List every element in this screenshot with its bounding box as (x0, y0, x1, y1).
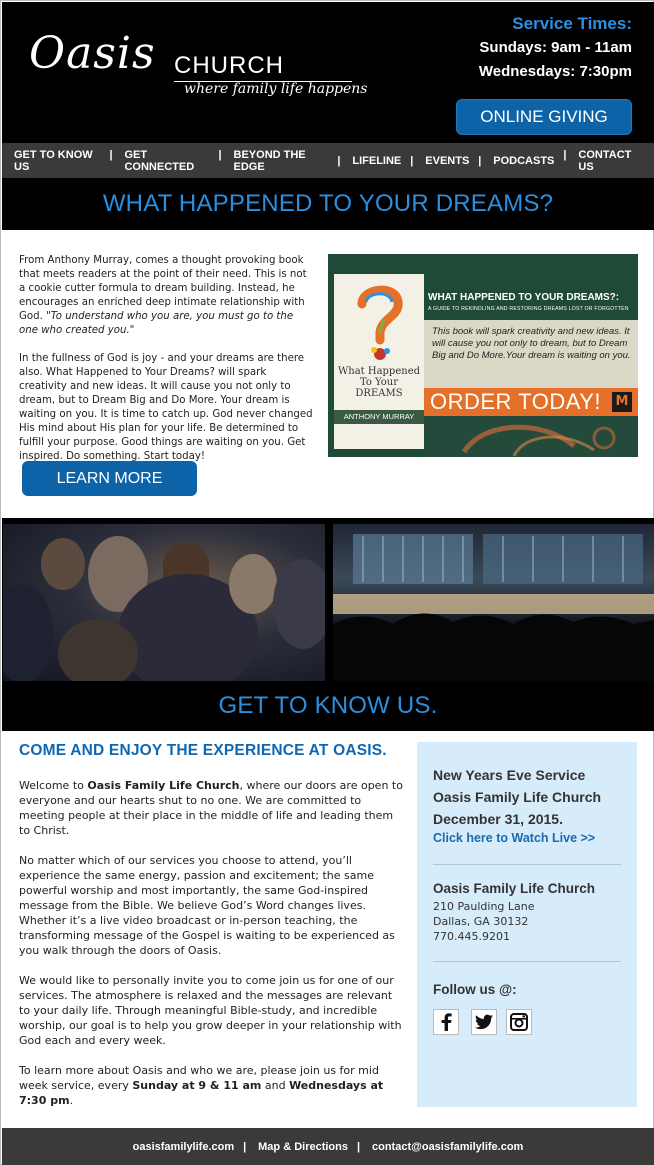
nav-item-podcasts[interactable]: PODCASTS (478, 155, 566, 167)
follow-us-label: Follow us @: (433, 982, 517, 997)
nav-item-contact-us[interactable]: CONTACT US (563, 149, 654, 173)
nav-item-lifeline[interactable]: LIFELINE (337, 155, 413, 167)
about-p1-text-a: Welcome to (19, 779, 88, 792)
logo-oasis-wordmark[interactable]: Oasis (29, 32, 156, 76)
footer-map-link[interactable]: Map & Directions (243, 1141, 360, 1153)
phone-number[interactable]: 770.445.9201 (433, 929, 535, 944)
about-p4-text-c: . (69, 1094, 74, 1107)
sidebar-divider (433, 864, 621, 865)
instagram-icon[interactable] (506, 1009, 532, 1035)
book-title-line-1: What Happened (337, 366, 421, 377)
book-cover: What Happened To Your DREAMS ANTHONY MUR… (334, 274, 424, 449)
nav-item-get-to-know-us[interactable]: GET TO KNOW US (2, 149, 112, 173)
service-time-sundays: Sundays: 9am - 11am (479, 39, 632, 56)
sidebar-panel: New Years Eve Service Oasis Family Life … (417, 742, 637, 1107)
about-paragraph-4: To learn more about Oasis and who we are… (19, 1063, 404, 1108)
about-description: Welcome to Oasis Family Life Church, whe… (19, 778, 404, 1108)
nav-item-events[interactable]: EVENTS (410, 155, 481, 167)
dreams-paragraph-2: In the fullness of God is joy - and your… (19, 353, 313, 462)
logo-church-wordmark[interactable]: CHURCH (174, 54, 284, 78)
book-title-line-3: DREAMS (355, 388, 403, 399)
event-title: New Years Eve Service (433, 767, 586, 783)
address-city: Dallas, GA 30132 (433, 915, 529, 928)
nav-item-get-connected[interactable]: GET CONNECTED (109, 149, 221, 173)
ad-swirl-art (461, 424, 616, 457)
event-church: Oasis Family Life Church (433, 789, 602, 805)
about-paragraph-1: Welcome to Oasis Family Life Church, whe… (19, 778, 404, 838)
about-p4-sunday: Sunday at 9 & 11 am (132, 1079, 262, 1092)
ad-panel-text: This book will spark creativity and new … (432, 326, 631, 361)
book-cover-title: What Happened To Your DREAMS (336, 366, 422, 399)
online-giving-button[interactable]: ONLINE GIVING (456, 99, 632, 135)
learn-more-button[interactable]: LEARN MORE (22, 461, 197, 496)
dreams-description: From Anthony Murray, comes a thought pro… (19, 254, 314, 464)
sidebar-divider (433, 961, 621, 962)
header: Oasis CHURCH where family life happens S… (2, 2, 654, 143)
book-author: ANTHONY MURRAY (334, 410, 424, 424)
twitter-icon[interactable] (471, 1009, 497, 1035)
ad-decorative-panel (424, 416, 638, 457)
book-ad-banner[interactable]: What Happened To Your DREAMS ANTHONY MUR… (328, 254, 638, 457)
footer-email-link[interactable]: contact@oasisfamilylife.com (357, 1141, 535, 1153)
congregation-worship-photo (3, 524, 325, 681)
about-heading-bar: GET TO KNOW US. (2, 681, 654, 731)
dreams-quote: "To understand who you are, you must go … (19, 311, 294, 336)
footer-bar: oasisfamilylife.com Map & Directions con… (2, 1128, 654, 1165)
about-paragraph-3: We would like to personally invite you t… (19, 974, 402, 1047)
book-title-line-2: To Your (359, 377, 399, 388)
about-p4-text-b: and (261, 1079, 290, 1092)
dreams-heading: WHAT HAPPENED TO YOUR DREAMS? (102, 190, 554, 217)
church-name: Oasis Family Life Church (433, 881, 596, 896)
worship-photos (2, 518, 654, 681)
stage-worship-photo (333, 524, 654, 681)
about-p1-church-name: Oasis Family Life Church (87, 779, 240, 792)
ad-subheadline: A GUIDE TO REKINDLING AND RESTORING DREA… (428, 306, 629, 312)
about-paragraph-2: No matter which of our services you choo… (19, 854, 395, 957)
service-time-wednesdays: Wednesdays: 7:30pm (478, 63, 632, 80)
dreams-heading-bar: WHAT HAPPENED TO YOUR DREAMS? (2, 178, 654, 230)
order-today-label: ORDER TODAY! (430, 389, 602, 414)
dreams-paragraph-1: From Anthony Murray, comes a thought pro… (19, 254, 314, 338)
main-nav: GET TO KNOW US GET CONNECTED BEYOND THE … (2, 143, 654, 178)
congregation-photo-art (3, 536, 325, 681)
about-heading: GET TO KNOW US. (218, 692, 438, 719)
watch-live-link[interactable]: Click here to Watch Live >> (433, 831, 595, 845)
facebook-icon[interactable] (433, 1009, 459, 1035)
ad-headline: WHAT HAPPENED TO YOUR DREAMS?: (428, 292, 620, 303)
order-today-banner[interactable]: ORDER TODAY! M (424, 388, 638, 416)
service-times-title: Service Times: (512, 14, 632, 33)
question-mark-art (357, 285, 403, 360)
publisher-logo-icon: M (612, 392, 632, 412)
about-subheading: COME AND ENJOY THE EXPERIENCE AT OASIS. (19, 742, 387, 759)
address-street: 210 Paulding Lane (433, 900, 535, 913)
email-frame: Oasis CHURCH where family life happens S… (0, 0, 654, 1165)
stage-photo-art (333, 534, 654, 681)
nav-item-beyond-the-edge[interactable]: BEYOND THE EDGE (219, 149, 341, 173)
event-info: New Years Eve Service Oasis Family Life … (433, 764, 629, 830)
event-date: December 31, 2015. (433, 811, 563, 827)
church-address: 210 Paulding Lane Dallas, GA 30132 770.4… (433, 899, 535, 944)
ad-panel: This book will spark creativity and new … (424, 320, 638, 388)
footer-site-link[interactable]: oasisfamilylife.com (121, 1141, 247, 1153)
logo-tagline: where family life happens (184, 81, 368, 97)
